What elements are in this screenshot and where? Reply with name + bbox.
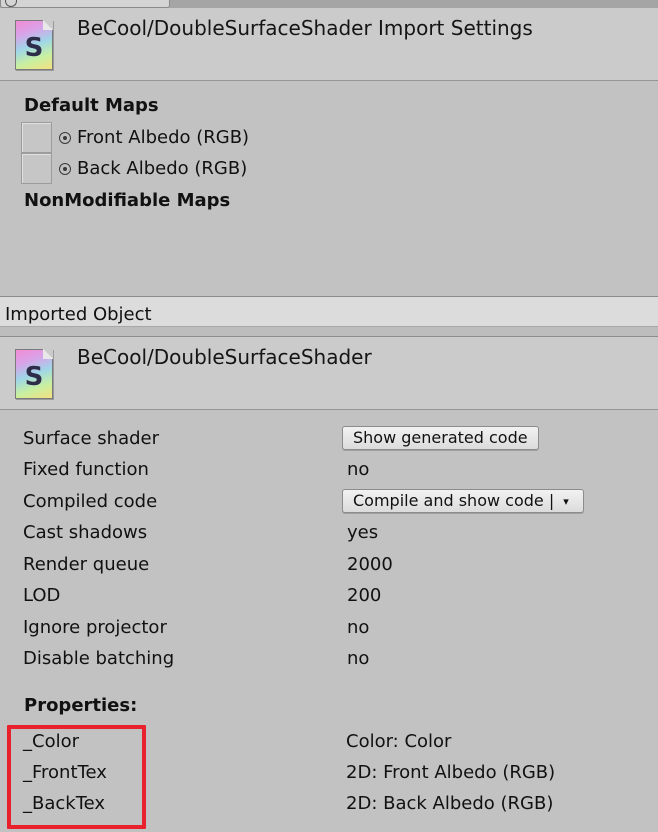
import-settings-title: BeCool/DoubleSurfaceShader Import Settin… xyxy=(77,16,533,40)
properties-heading: Properties: xyxy=(24,695,138,716)
front-albedo-texture-slot[interactable] xyxy=(21,122,52,153)
disable-batching-value: no xyxy=(347,648,370,669)
shader-asset-icon: S xyxy=(15,20,53,70)
lod-value: 200 xyxy=(347,585,382,606)
property-value: 2D: Front Albedo (RGB) xyxy=(346,762,556,783)
chevron-down-icon[interactable]: ▾ xyxy=(563,492,569,512)
inspector-window: S BeCool/DoubleSurfaceShader Import Sett… xyxy=(0,0,658,832)
compile-and-show-code-label: Compile and show code xyxy=(353,491,544,510)
back-albedo-texture-slot[interactable] xyxy=(21,153,52,184)
import-settings-header: S BeCool/DoubleSurfaceShader Import Sett… xyxy=(0,8,658,81)
back-albedo-label: Back Albedo (RGB) xyxy=(77,158,248,179)
compile-and-show-code-dropdown[interactable]: Compile and show code | ▾ xyxy=(342,489,584,513)
disable-batching-label: Disable batching xyxy=(23,648,175,669)
surface-shader-label: Surface shader xyxy=(23,428,160,449)
imported-object-bar: Imported Object xyxy=(0,297,658,327)
lod-label: LOD xyxy=(23,585,61,606)
render-queue-value: 2000 xyxy=(347,554,393,575)
tab-strip xyxy=(0,0,658,8)
object-picker-icon[interactable] xyxy=(59,163,71,175)
fixed-function-label: Fixed function xyxy=(23,459,149,480)
imported-object-header: S BeCool/DoubleSurfaceShader xyxy=(0,337,658,410)
shader-icon-letter: S xyxy=(24,33,44,63)
imported-object-title: BeCool/DoubleSurfaceShader xyxy=(77,345,372,369)
compiled-code-label: Compiled code xyxy=(23,491,158,512)
default-maps-heading: Default Maps xyxy=(24,95,159,116)
property-value: 2D: Back Albedo (RGB) xyxy=(346,793,554,814)
property-names-highlight-box xyxy=(7,725,146,829)
imported-object-label: Imported Object xyxy=(5,304,152,325)
nonmodifiable-maps-heading: NonModifiable Maps xyxy=(24,190,231,211)
shader-asset-icon: S xyxy=(15,349,53,399)
shader-icon-letter: S xyxy=(24,362,44,392)
show-generated-code-label: Show generated code xyxy=(353,428,528,447)
render-queue-label: Render queue xyxy=(23,554,150,575)
show-generated-code-button[interactable]: Show generated code xyxy=(342,426,539,450)
cast-shadows-value: yes xyxy=(347,522,379,543)
fixed-function-value: no xyxy=(347,459,370,480)
inspector-tab[interactable] xyxy=(0,0,170,8)
object-picker-icon[interactable] xyxy=(59,132,71,144)
ignore-projector-value: no xyxy=(347,617,370,638)
info-icon xyxy=(5,0,17,7)
property-value: Color: Color xyxy=(346,731,452,752)
front-albedo-label: Front Albedo (RGB) xyxy=(77,127,250,148)
imported-object-section: Imported Object xyxy=(0,296,658,337)
ignore-projector-label: Ignore projector xyxy=(23,617,167,638)
cast-shadows-label: Cast shadows xyxy=(23,522,148,543)
